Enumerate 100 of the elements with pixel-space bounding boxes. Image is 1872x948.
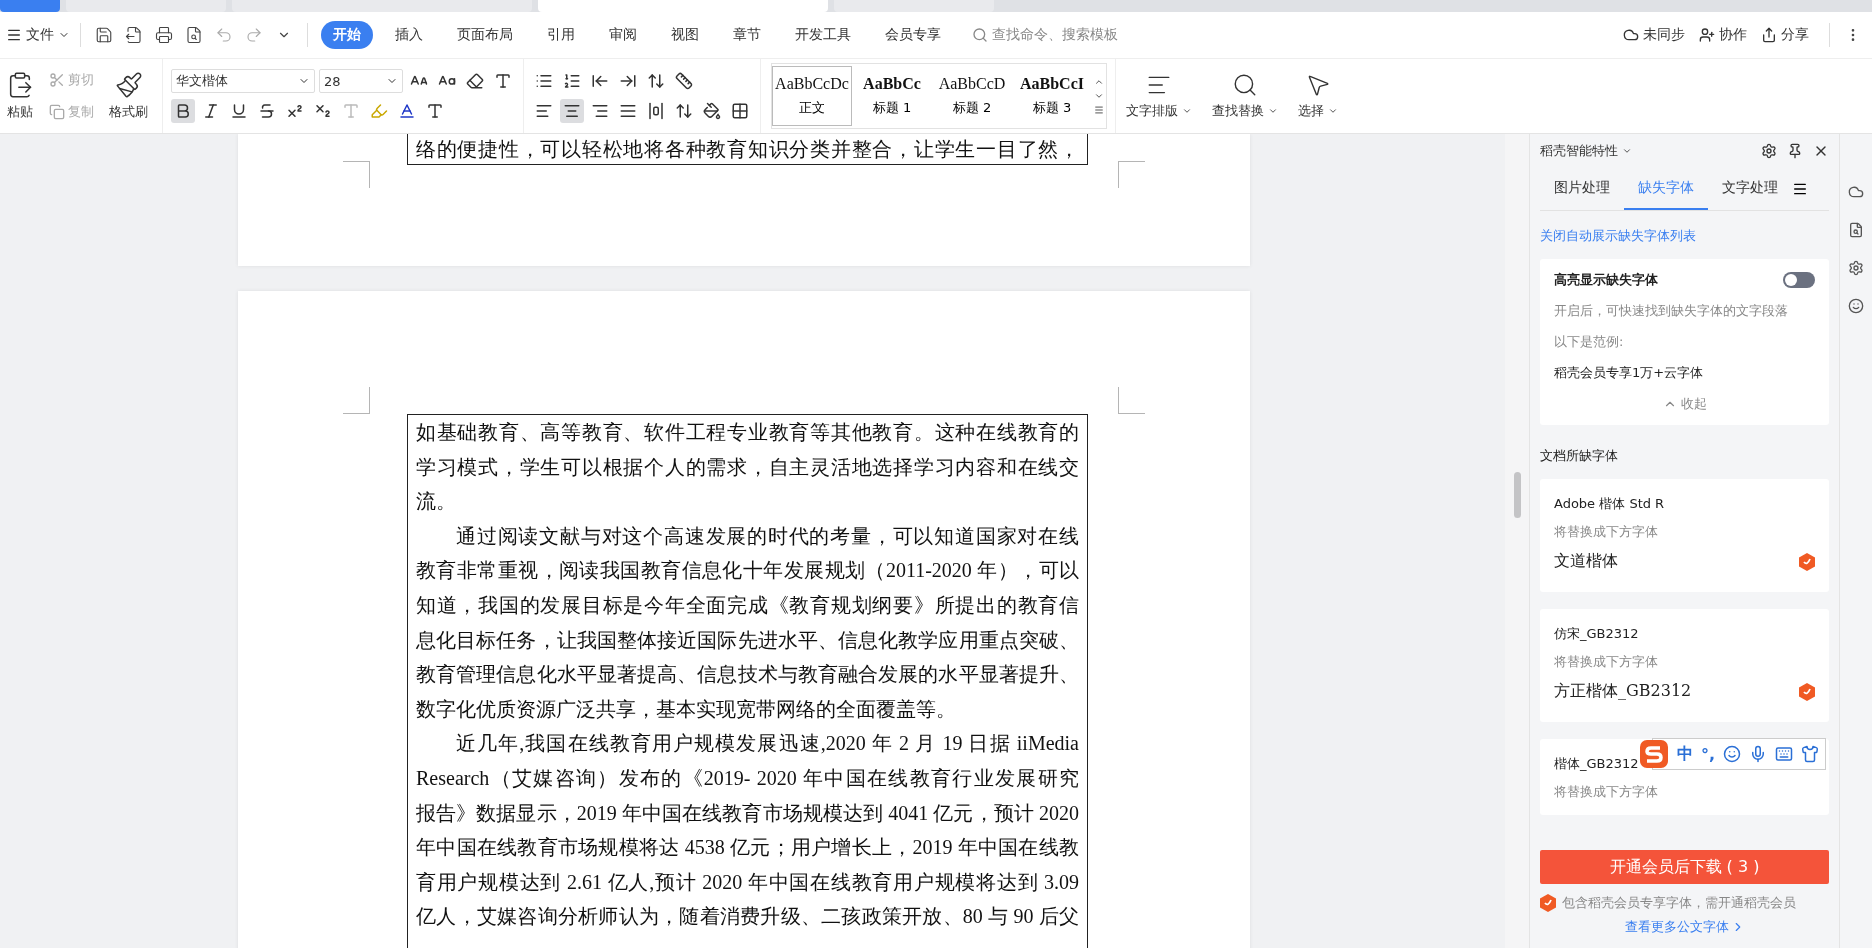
scroll-down-icon[interactable] xyxy=(1094,91,1104,101)
expand-icon[interactable] xyxy=(1094,105,1104,115)
panel-tab[interactable]: 文字处理 xyxy=(1708,168,1792,210)
caret-icon xyxy=(1328,106,1338,116)
cloud-icon xyxy=(1623,27,1639,43)
menu-icon[interactable] xyxy=(1792,181,1808,197)
more-fonts-link[interactable]: 查看更多公文字体 xyxy=(1624,918,1745,936)
ime-punctuation[interactable]: °, xyxy=(1701,744,1716,764)
smiley-icon[interactable] xyxy=(1848,298,1864,314)
search-icon xyxy=(1232,72,1258,98)
file-menu[interactable]: 文件 xyxy=(6,26,70,44)
document-text-line: 知道，我国的发展目标是今年全面完成《教育规划纲要》所提出的教育信 xyxy=(416,592,1079,618)
caret-icon xyxy=(1622,146,1632,156)
ribbon-tab[interactable]: 开发工具 xyxy=(783,21,863,49)
format-painter-button[interactable]: 格式刷 xyxy=(103,67,154,125)
document-text-line: 年中国在线教育市场规模将达 4538 亿元；用户增长上，2019 年中国在线教 xyxy=(416,835,1079,861)
toolbar-action[interactable]: 未同步 xyxy=(1623,26,1685,44)
ribbon-tab[interactable]: 引用 xyxy=(535,21,587,49)
document-text-line: 络的便捷性，可以轻松地将各种教育知识分类并整合，让学生一目了然， xyxy=(416,137,1079,162)
panel-tab[interactable]: 图片处理 xyxy=(1540,168,1624,210)
panel-title[interactable]: 稻壳智能特性 xyxy=(1540,142,1632,160)
crop-mark xyxy=(1118,387,1145,414)
toolbar-action[interactable]: 协作 xyxy=(1699,26,1747,44)
keyboard-icon[interactable] xyxy=(1775,745,1794,763)
gear-icon[interactable] xyxy=(1848,260,1864,276)
crop-mark xyxy=(1118,161,1145,188)
scroll-up-icon[interactable] xyxy=(1094,77,1104,87)
ribbon-tab[interactable]: 会员专享 xyxy=(873,21,953,49)
style-label: 标题 3 xyxy=(1032,99,1072,117)
scrollbar-thumb[interactable] xyxy=(1514,472,1521,518)
ime-mode[interactable]: 中 xyxy=(1677,743,1693,765)
add-user-icon xyxy=(1699,27,1715,43)
document-text-line: 学习模式，学生可以根据个人的需求，自主灵活地选择学习内容和在线交 xyxy=(416,454,1079,480)
ribbon-tab[interactable]: 审阅 xyxy=(597,21,649,49)
ribbon-tool-button[interactable]: 选择 xyxy=(1292,68,1344,124)
panel-tab[interactable]: 缺失字体 xyxy=(1624,168,1708,210)
menu-icon xyxy=(6,27,22,43)
emoji-icon[interactable] xyxy=(1723,745,1742,763)
document-text-line: Research（艾媒咨询）发布的《2019- 2020 年中国在线教育行业发展研究 xyxy=(416,765,1079,791)
member-notice: 包含稻壳会员专享字体，需开通稻壳会员 xyxy=(1562,894,1796,912)
style-preview: AaBbCcDc xyxy=(775,75,849,93)
example-text: 稻壳会员专享1万+云字体 xyxy=(1554,364,1705,382)
crop-mark xyxy=(343,387,370,414)
document-text-line: 息化目标任务，让我国整体接近国际先进水平、信息化教学应用重点突破、 xyxy=(416,627,1079,653)
caret-icon xyxy=(1182,106,1192,116)
auto-show-link[interactable]: 关闭自动展示缺失字体列表 xyxy=(1540,227,1696,245)
document-text-line: 流。 xyxy=(416,489,457,515)
card-description: 开启后，可快速找到缺失字体的文字段落 xyxy=(1554,302,1789,320)
document-icon[interactable] xyxy=(1848,222,1864,238)
document-text-line: 通过阅读文献与对这个高速发展的时代的考量，可以知道国家对在线 xyxy=(455,523,1079,549)
missing-font-name: Adobe 楷体 Std R xyxy=(1554,495,1666,513)
section-title: 文档所缺字体 xyxy=(1540,448,1618,463)
ribbon-tab[interactable]: 页面布局 xyxy=(445,21,525,49)
style-label: 标题 1 xyxy=(872,99,912,117)
replacement-hint: 将替换成下方字体 xyxy=(1554,653,1659,671)
ribbon-tool-button[interactable]: 查找替换 xyxy=(1206,68,1284,124)
ribbon-tab[interactable]: 视图 xyxy=(659,21,711,49)
collapse-link[interactable]: 收起 xyxy=(1662,395,1707,413)
premium-badge-icon xyxy=(1540,894,1556,912)
toolbar-action[interactable]: 分享 xyxy=(1761,26,1809,44)
replacement-hint: 将替换成下方字体 xyxy=(1554,783,1659,801)
align-center-icon[interactable] xyxy=(560,99,584,123)
style-label: 标题 2 xyxy=(952,99,992,117)
document-text-line: 育用户规模达到 2.61 亿人,预计 2020 年中国在线教育用户规模将达到 3.09 xyxy=(416,869,1079,895)
card-title: 高亮显示缺失字体 xyxy=(1554,271,1658,289)
example-label: 以下是范例: xyxy=(1554,333,1625,351)
scissors-icon xyxy=(49,72,65,88)
missing-font-name: 仿宋_GB2312 xyxy=(1554,625,1640,643)
replacement-font-name: 方正楷体_GB2312 xyxy=(1554,681,1692,702)
highlight-toggle[interactable] xyxy=(1783,272,1815,288)
search-icon xyxy=(972,27,988,43)
caret-icon xyxy=(1268,106,1278,116)
pin-icon[interactable] xyxy=(1787,143,1803,159)
shirt-icon[interactable] xyxy=(1801,745,1820,763)
style-preset[interactable]: AaBbCcDc 正文 xyxy=(772,66,852,126)
paste-button[interactable]: 粘贴 xyxy=(0,67,40,125)
document-text-line: 近几年,我国在线教育用户规模发展迅速,2020 年 2 月 19 日据 iiMedia xyxy=(455,731,1079,757)
paintbrush-icon xyxy=(114,71,143,99)
ribbon-tab[interactable]: 开始 xyxy=(321,21,373,49)
ribbon-tab[interactable]: 插入 xyxy=(383,21,435,49)
command-search-field[interactable]: 查找命令、搜索模板 xyxy=(972,26,1619,44)
replacement-font-name: 文道楷体 xyxy=(1554,551,1618,572)
ribbon-tab[interactable]: 章节 xyxy=(721,21,773,49)
copy-icon xyxy=(49,104,65,120)
ribbon-tool-button[interactable]: 文字排版 xyxy=(1120,68,1198,124)
bold-icon[interactable] xyxy=(171,99,195,123)
font-name-field[interactable]: 华文楷体 xyxy=(171,69,315,93)
font-size-field[interactable]: 28 xyxy=(319,69,403,93)
settings-icon[interactable] xyxy=(1761,143,1777,159)
style-preview: AaBbCcD xyxy=(938,75,1006,93)
style-preview: AaBbCc xyxy=(863,75,921,93)
document-text-line: 教育管理信息化水平显著提高、信息技术与教育融合发展的水平显著提升、 xyxy=(416,662,1079,688)
replacement-hint: 将替换成下方字体 xyxy=(1554,523,1659,541)
document-text-line: 报告》数据显示，2019 年中国在线教育市场规模达到 4041 亿元，预计 2020 xyxy=(416,800,1079,826)
document-text-line: 如基础教育、高等教育、软件工程专业教育等其他教育。这种在线教育的 xyxy=(416,420,1079,445)
missing-font-name: 楷体_GB2312 xyxy=(1554,755,1640,773)
style-label: 正文 xyxy=(799,99,825,117)
document-text-line: 亿人，艾媒咨询分析师认为，随着消费升级、二孩政策开放、80 与 90 后父 xyxy=(416,904,1079,930)
cloud-icon[interactable] xyxy=(1848,184,1864,200)
crop-mark xyxy=(343,161,370,188)
